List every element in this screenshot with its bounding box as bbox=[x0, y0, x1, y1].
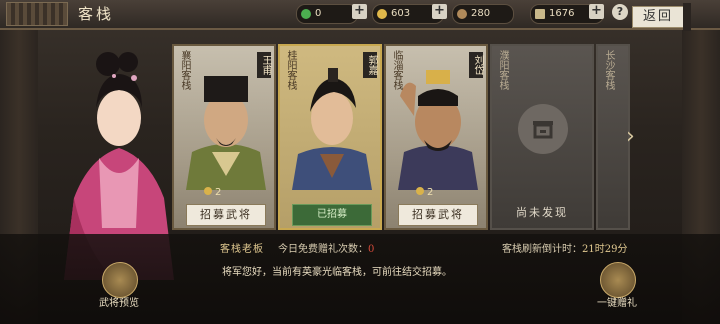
gift-all-button[interactable] bbox=[600, 262, 636, 298]
help-button[interactable]: ? bbox=[612, 4, 628, 20]
resource-copper: 280 bbox=[452, 4, 514, 24]
free-gift-count: 今日免费赠礼次数：0 bbox=[278, 244, 375, 255]
locked-inn-icon bbox=[518, 104, 568, 154]
inn-name: 濮阳客栈 bbox=[497, 50, 508, 90]
hero-preview-label: 武将预览 bbox=[99, 298, 139, 309]
gold-icon bbox=[377, 9, 387, 19]
coin-icon bbox=[204, 187, 212, 195]
page-title: 客栈 bbox=[78, 5, 115, 23]
inn-name: 襄阳客栈 bbox=[179, 50, 190, 90]
coin-icon bbox=[416, 187, 424, 195]
add-tokens-button[interactable]: + bbox=[589, 4, 604, 19]
keeper-message: 将军您好，当前有英豪光临客栈，可前往结交招募。 bbox=[222, 267, 452, 278]
inn-card-1[interactable]: 襄阳客栈 王甫 2 招募武将 bbox=[172, 44, 276, 230]
inn-card-5[interactable]: 长沙客栈 bbox=[596, 44, 630, 230]
recruit-cost: 2 bbox=[416, 187, 433, 198]
refresh-countdown: 客栈刷新倒计时：21时29分 bbox=[502, 244, 628, 255]
inn-name: 临淄客栈 bbox=[391, 50, 402, 90]
recruit-cost: 2 bbox=[204, 187, 221, 198]
hero-name-tag: 刘岱 bbox=[469, 52, 483, 78]
token-icon bbox=[535, 9, 545, 19]
copper-icon bbox=[457, 9, 467, 19]
shop-icon bbox=[533, 121, 553, 139]
hero-preview-button[interactable] bbox=[102, 262, 138, 298]
inn-name: 长沙客栈 bbox=[603, 50, 614, 90]
back-button[interactable]: 返回 bbox=[632, 3, 691, 31]
gift-all-label: 一键赠礼 bbox=[597, 298, 637, 309]
recruit-button[interactable]: 招募武将 bbox=[186, 204, 266, 226]
inn-name: 桂阳客栈 bbox=[285, 50, 296, 90]
keeper-label: 客栈老板 bbox=[220, 244, 264, 255]
inn-card-2[interactable]: 桂阳客栈 郭嘉 已招募 bbox=[278, 44, 382, 230]
undiscovered-label: 尚未发现 bbox=[516, 206, 568, 219]
resource-jade: 0 bbox=[296, 4, 358, 24]
ornament-logo bbox=[6, 2, 68, 26]
next-arrow-icon[interactable]: › bbox=[626, 124, 635, 149]
top-bar: 客栈 0 + 603 + 280 1676 + ? 返回 bbox=[0, 0, 720, 31]
inn-card-3[interactable]: 临淄客栈 刘岱 2 招募武将 bbox=[384, 44, 488, 230]
add-jade-button[interactable]: + bbox=[352, 4, 367, 19]
recruited-status: 已招募 bbox=[292, 204, 372, 226]
jade-icon bbox=[301, 9, 311, 19]
hero-name-tag: 郭嘉 bbox=[363, 52, 377, 78]
inn-card-4[interactable]: 濮阳客栈 尚未发现 bbox=[490, 44, 594, 230]
recruit-button[interactable]: 招募武将 bbox=[398, 204, 478, 226]
hero-name-tag: 王甫 bbox=[257, 52, 271, 78]
add-gold-button[interactable]: + bbox=[432, 4, 447, 19]
